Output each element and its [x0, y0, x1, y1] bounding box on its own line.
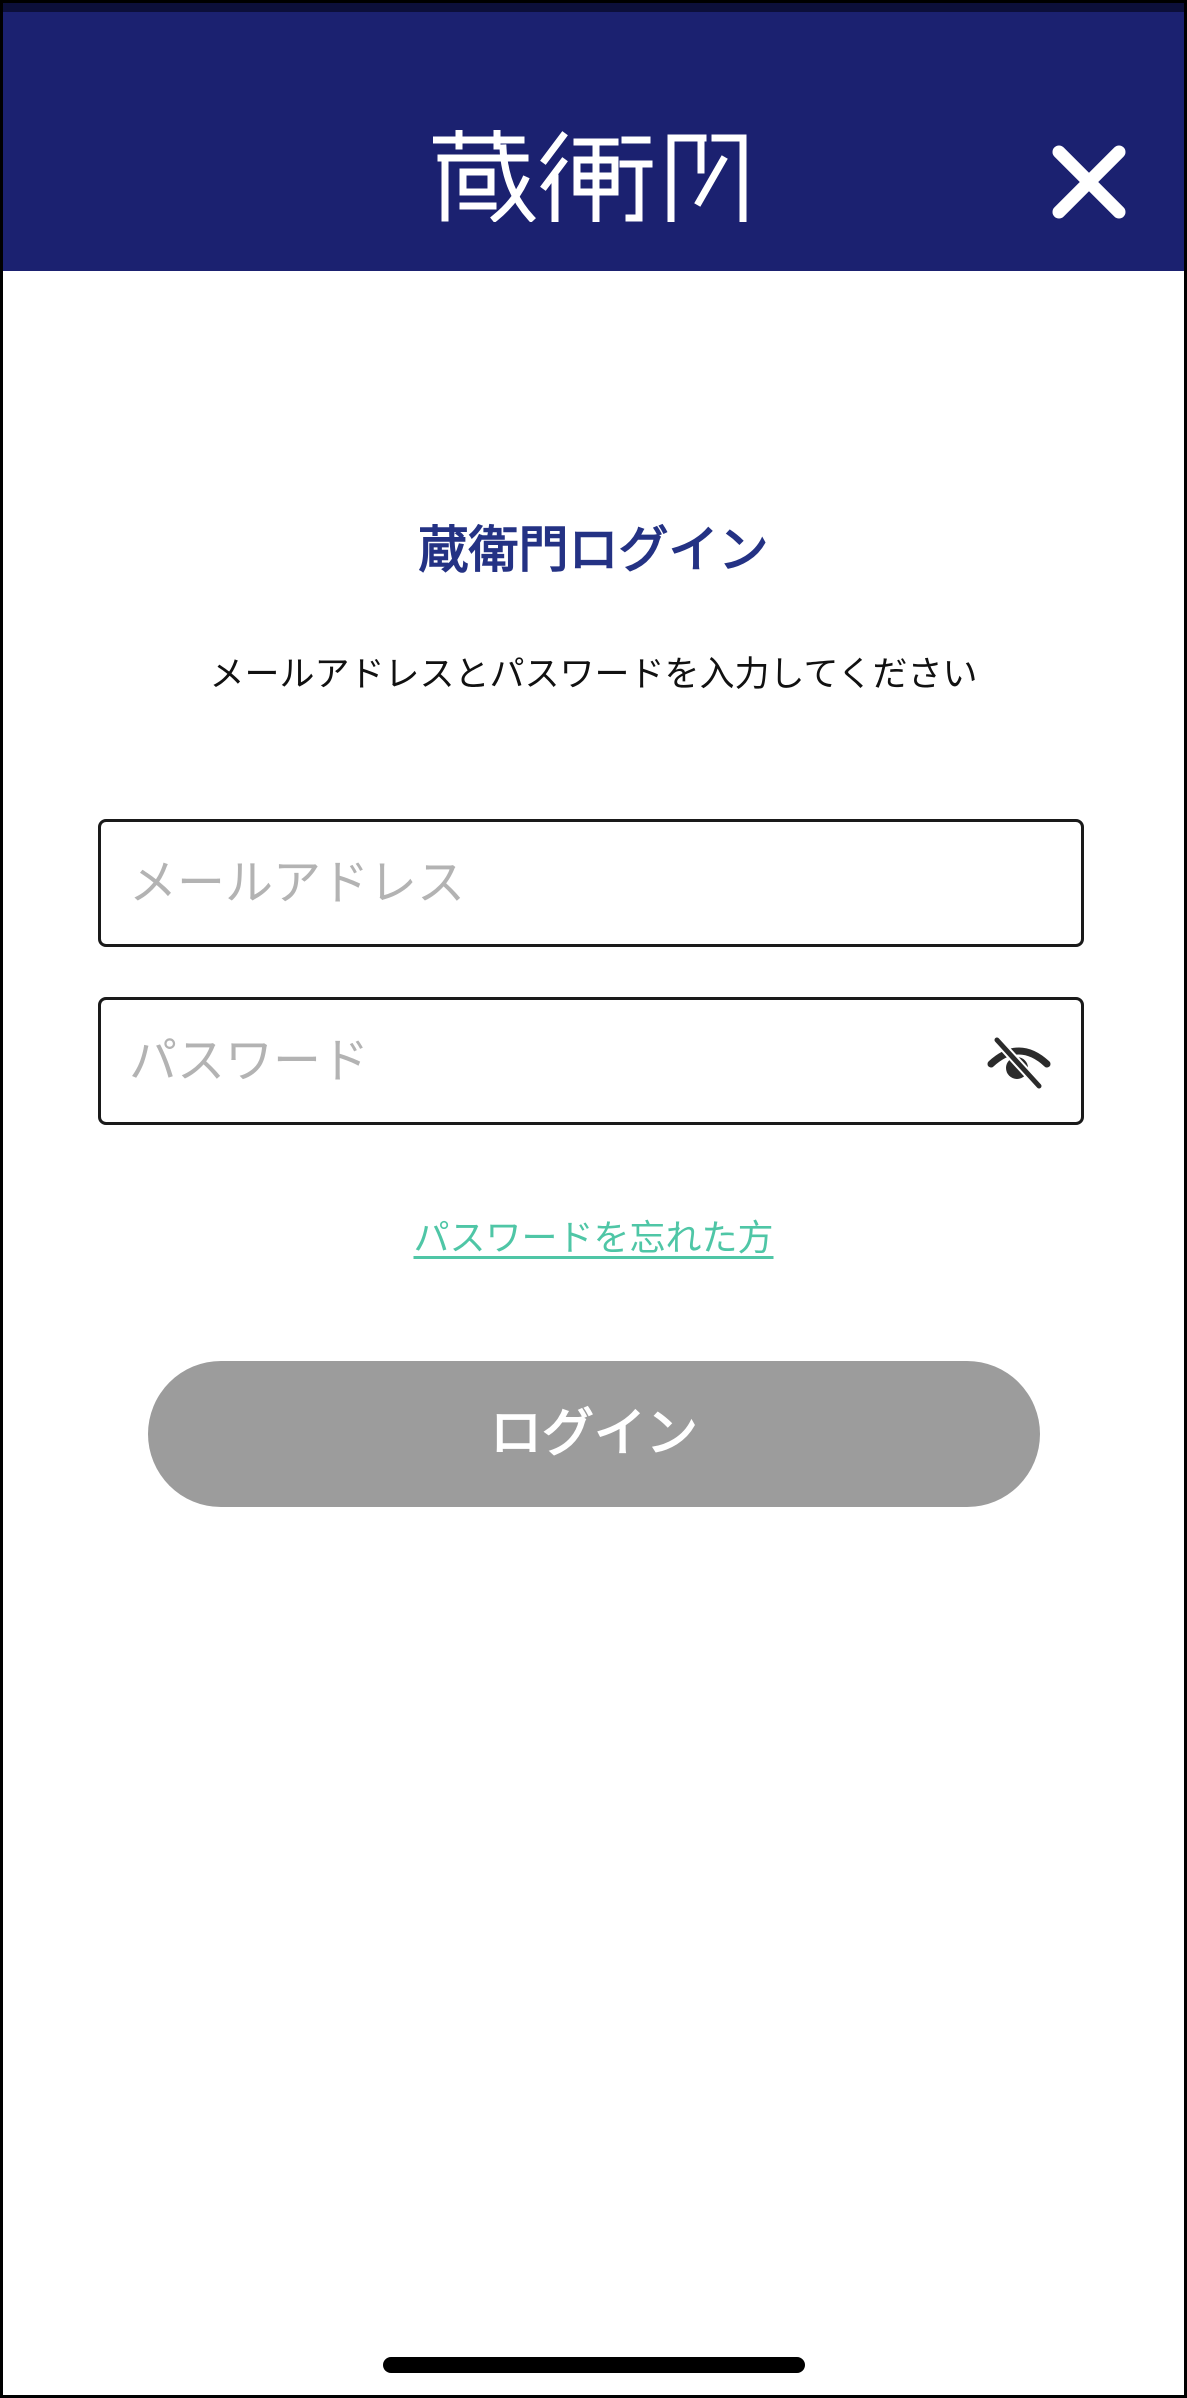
forgot-password-link[interactable]: パスワードを忘れた方	[413, 1218, 773, 1259]
app-header	[3, 3, 1184, 271]
email-field[interactable]	[129, 822, 1009, 944]
app-screen: 蔵衛門ログイン メールアドレスとパスワードを入力してください パスワードを忘れた…	[0, 0, 1187, 2398]
page-title: 蔵衛門ログイン	[418, 521, 769, 579]
home-indicator	[383, 2357, 805, 2373]
close-icon[interactable]	[1049, 142, 1129, 222]
forgot-password-container: パスワードを忘れた方	[3, 1211, 1184, 1267]
eye-off-icon[interactable]	[987, 1034, 1051, 1090]
password-field[interactable]	[129, 1000, 1009, 1122]
email-field-container	[98, 819, 1084, 947]
login-instruction: メールアドレスとパスワードを入力してください	[209, 655, 978, 695]
login-button[interactable]: ログイン	[148, 1361, 1040, 1507]
brand-logo	[433, 130, 747, 222]
password-field-container	[98, 997, 1084, 1125]
